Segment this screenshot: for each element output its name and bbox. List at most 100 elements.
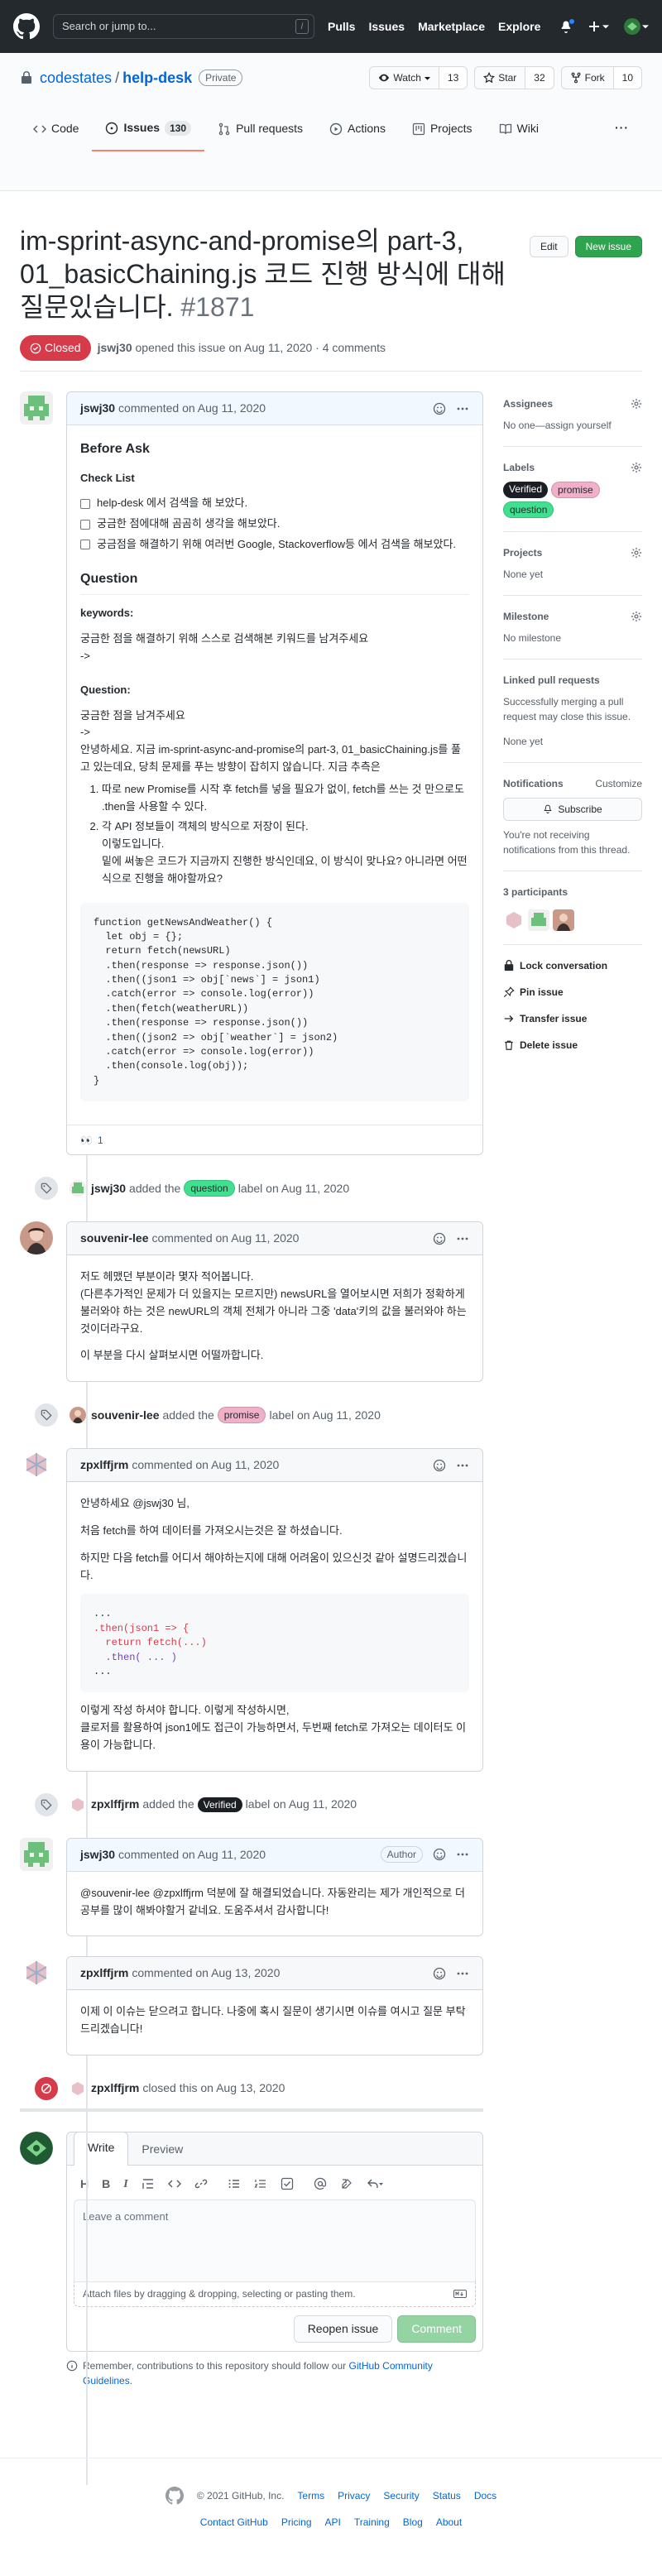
event-actor[interactable]: jswj30: [91, 1180, 126, 1197]
delete-issue-button[interactable]: Delete issue: [503, 1038, 642, 1053]
kebab-horizontal-icon[interactable]: [456, 1232, 469, 1245]
fork-button[interactable]: Fork 10: [560, 66, 642, 89]
avatar[interactable]: [70, 1407, 86, 1424]
avatar[interactable]: [20, 1448, 53, 1482]
comment-meta[interactable]: commented on Aug 11, 2020: [118, 1846, 266, 1864]
label-question[interactable]: question: [184, 1180, 235, 1197]
nav-marketplace[interactable]: Marketplace: [418, 18, 485, 36]
footer-link-terms[interactable]: Terms: [297, 2488, 324, 2503]
comment-button[interactable]: Comment: [397, 2315, 476, 2343]
watch-button[interactable]: Watch 13: [369, 66, 468, 89]
label-promise[interactable]: promise: [217, 1407, 266, 1424]
avatar[interactable]: [20, 1837, 53, 1871]
nav-explore[interactable]: Explore: [498, 18, 540, 36]
footer-link-pricing[interactable]: Pricing: [281, 2515, 312, 2530]
issue-author-link[interactable]: jswj30: [98, 339, 132, 357]
tab-projects[interactable]: Projects: [399, 113, 486, 151]
link-icon[interactable]: [194, 2177, 208, 2190]
avatar[interactable]: [20, 2131, 53, 2165]
gear-icon[interactable]: [631, 398, 642, 410]
watch-count[interactable]: 13: [439, 67, 468, 89]
tab-issues[interactable]: Issues 130: [92, 113, 205, 151]
event-actor[interactable]: souvenir-lee: [91, 1407, 159, 1424]
comment-meta[interactable]: commented on Aug 11, 2020: [118, 400, 266, 417]
notifications-bell-icon[interactable]: [559, 18, 575, 33]
attach-files-area[interactable]: Attach files by dragging & dropping, sel…: [74, 2281, 476, 2307]
footer-link-api[interactable]: API: [325, 2515, 341, 2530]
kebab-horizontal-icon[interactable]: [456, 1848, 469, 1861]
comment-meta[interactable]: commented on Aug 11, 2020: [151, 1230, 299, 1247]
smiley-icon[interactable]: [433, 1232, 446, 1245]
tab-preview[interactable]: Preview: [128, 2134, 196, 2165]
user-menu[interactable]: [624, 18, 649, 35]
avatar[interactable]: [528, 909, 549, 931]
footer-link-docs[interactable]: Docs: [474, 2488, 496, 2503]
comment-textarea[interactable]: Leave a comment: [74, 2199, 476, 2282]
comment-meta[interactable]: commented on Aug 13, 2020: [132, 1964, 280, 1982]
event-actor[interactable]: zpxlffjrm: [91, 1796, 139, 1813]
pin-issue-button[interactable]: Pin issue: [503, 985, 642, 1000]
search-input[interactable]: Search or jump to... /: [53, 14, 314, 39]
assignees-value[interactable]: No one—assign yourself: [503, 418, 642, 433]
cross-reference-icon[interactable]: [340, 2177, 353, 2190]
event-actor[interactable]: zpxlffjrm: [91, 2080, 139, 2097]
comment-author[interactable]: zpxlffjrm: [80, 1964, 128, 1982]
customize-link[interactable]: Customize: [595, 776, 642, 791]
kebab-horizontal-icon[interactable]: [456, 1459, 469, 1472]
comment-meta[interactable]: commented on Aug 11, 2020: [132, 1456, 279, 1474]
tasklist-icon[interactable]: [281, 2177, 294, 2190]
lock-conversation-button[interactable]: Lock conversation: [503, 958, 642, 973]
footer-link-contact[interactable]: Contact GitHub: [200, 2515, 268, 2530]
code-icon[interactable]: [167, 2177, 181, 2190]
gear-icon[interactable]: [631, 547, 642, 559]
more-tabs-button[interactable]: ···: [602, 113, 642, 151]
star-count[interactable]: 32: [525, 67, 554, 89]
tab-wiki[interactable]: Wiki: [486, 113, 552, 151]
github-mark-icon[interactable]: [165, 2487, 184, 2505]
footer-link-security[interactable]: Security: [383, 2488, 419, 2503]
bold-icon[interactable]: B: [102, 2175, 110, 2193]
avatar[interactable]: [503, 909, 525, 931]
smiley-icon[interactable]: [433, 1459, 446, 1472]
smiley-icon[interactable]: [433, 402, 446, 415]
label-verified[interactable]: Verified: [197, 1796, 242, 1812]
fork-count[interactable]: 10: [613, 67, 641, 89]
footer-link-training[interactable]: Training: [354, 2515, 390, 2530]
tab-pull-requests[interactable]: Pull requests: [204, 113, 316, 151]
reopen-issue-button[interactable]: Reopen issue: [293, 2315, 393, 2343]
label-promise[interactable]: promise: [551, 482, 600, 498]
label-question[interactable]: question: [503, 501, 554, 518]
avatar[interactable]: [70, 2080, 86, 2097]
smiley-icon[interactable]: [433, 1848, 446, 1861]
checkbox[interactable]: [80, 519, 90, 530]
kebab-horizontal-icon[interactable]: [456, 1967, 469, 1980]
new-issue-button[interactable]: New issue: [574, 236, 642, 257]
edit-button[interactable]: Edit: [529, 236, 568, 257]
eyes-reaction[interactable]: 👀 1: [80, 1133, 103, 1148]
footer-link-blog[interactable]: Blog: [403, 2515, 423, 2530]
footer-link-status[interactable]: Status: [433, 2488, 461, 2503]
tab-write[interactable]: Write: [74, 2131, 129, 2166]
quote-icon[interactable]: [142, 2177, 155, 2190]
avatar[interactable]: [20, 1956, 53, 1990]
nav-issues[interactable]: Issues: [368, 18, 405, 36]
footer-link-privacy[interactable]: Privacy: [338, 2488, 370, 2503]
gear-icon[interactable]: [631, 462, 642, 473]
tab-actions[interactable]: Actions: [316, 113, 399, 151]
checkbox[interactable]: [80, 498, 90, 509]
transfer-issue-button[interactable]: Transfer issue: [503, 1011, 642, 1026]
unordered-list-icon[interactable]: [228, 2177, 241, 2190]
avatar[interactable]: [70, 1180, 86, 1197]
gear-icon[interactable]: [631, 611, 642, 622]
avatar[interactable]: [553, 909, 574, 931]
github-logo-icon[interactable]: [13, 13, 40, 40]
italic-icon[interactable]: I: [123, 2175, 127, 2193]
comment-author[interactable]: jswj30: [80, 400, 115, 417]
mention-icon[interactable]: [314, 2177, 327, 2190]
comment-author[interactable]: souvenir-lee: [80, 1230, 148, 1247]
ordered-list-icon[interactable]: [254, 2177, 267, 2190]
footer-link-about[interactable]: About: [436, 2515, 462, 2530]
repo-name-link[interactable]: help-desk: [122, 67, 192, 89]
avatar[interactable]: [20, 1221, 53, 1255]
checkbox[interactable]: [80, 540, 90, 550]
